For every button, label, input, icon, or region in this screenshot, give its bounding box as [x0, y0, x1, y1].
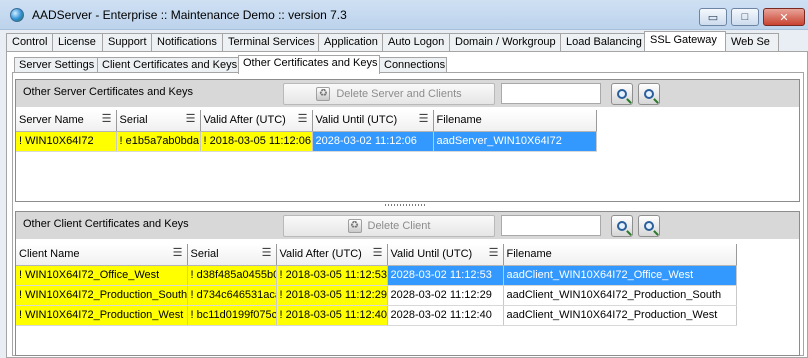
column-header-serial[interactable]: Serial ☰ [187, 244, 277, 266]
cell-serial[interactable]: ! d734c646531aca [187, 285, 277, 306]
server-search-next-button[interactable] [638, 83, 660, 105]
delete-client-button[interactable]: ♻ Delete Client [283, 215, 495, 237]
minimize-button[interactable]: ▭ [699, 8, 727, 26]
close-button[interactable]: ✕ [763, 8, 805, 26]
cell-filename[interactable]: aadClient_WIN10X64I72_Production_West [503, 305, 737, 326]
cell-serial[interactable]: ! d38f485a0455b0 [187, 265, 277, 286]
cell-valid-after[interactable]: ! 2018-03-05 11:12:53 [276, 265, 388, 286]
tab-auto-logon[interactable]: Auto Logon [382, 33, 450, 51]
cell-serial[interactable]: ! bc11d0199f075c [187, 305, 277, 326]
cell-valid-after[interactable]: ! 2018-03-05 11:12:40 [276, 305, 388, 326]
column-menu-icon[interactable]: ☰ [489, 248, 499, 259]
cell-valid-until[interactable]: 2028-03-02 11:12:40 [387, 305, 504, 326]
cell-filename[interactable]: aadClient_WIN10X64I72_Production_South [503, 285, 737, 306]
recycle-icon: ♻ [316, 87, 331, 101]
cell-valid-after[interactable]: ! 2018-03-05 11:12:06 [200, 131, 313, 152]
client-group-header: Other Client Certificates and Keys ♻ Del… [16, 212, 799, 239]
column-header-serial[interactable]: Serial ☰ [116, 110, 201, 132]
delete-server-label: Delete Server and Clients [336, 88, 462, 100]
sub-tab-strip: Server Settings Client Certificates and … [14, 55, 454, 74]
tab-terminal-services[interactable]: Terminal Services [222, 33, 319, 51]
tab-control[interactable]: Control [6, 33, 53, 51]
table-row[interactable]: ! WIN10X64I72 ! e1b5a7ab0bda ! 2018-03-0… [16, 130, 597, 152]
client-search-button[interactable] [611, 215, 633, 237]
server-table: Server Name ☰ Serial ☰ Valid After (UTC) ☰ … [16, 110, 597, 152]
client-group-title: Other Client Certificates and Keys [23, 218, 189, 230]
magnifier-icon [644, 221, 654, 231]
client-search-next-button[interactable] [638, 215, 660, 237]
tab-notifications[interactable]: Notifications [151, 33, 223, 51]
tab-web-services[interactable]: Web Se [725, 33, 779, 51]
server-certificates-group: Other Server Certificates and Keys ♻ Del… [15, 79, 800, 202]
server-search-input[interactable] [501, 83, 601, 104]
title-bar: AADServer - Enterprise :: Maintenance De… [0, 0, 808, 30]
server-group-header: Other Server Certificates and Keys ♻ Del… [16, 80, 799, 107]
cell-valid-until[interactable]: 2028-03-02 11:12:29 [387, 285, 504, 306]
table-row[interactable]: ! WIN10X64I72_Office_West ! d38f485a0455… [16, 264, 737, 286]
column-menu-icon[interactable]: ☰ [262, 248, 272, 259]
table-row[interactable]: ! WIN10X64I72_Production_South ! d734c64… [16, 285, 737, 306]
column-header-valid-after[interactable]: Valid After (UTC) ☰ [200, 110, 313, 132]
client-table: Client Name ☰ Serial ☰ Valid After (UTC) ☰ … [16, 244, 737, 326]
cell-client-name[interactable]: ! WIN10X64I72_Office_West [16, 264, 188, 286]
magnifier-icon [617, 89, 627, 99]
tab-ssl-gateway[interactable]: SSL Gateway [644, 31, 726, 51]
panel-splitter[interactable] [15, 202, 800, 208]
column-menu-icon[interactable]: ☰ [186, 114, 196, 125]
cell-server-name[interactable]: ! WIN10X64I72 [16, 130, 117, 152]
tab-domain-workgroup[interactable]: Domain / Workgroup [449, 33, 561, 51]
cell-serial[interactable]: ! e1b5a7ab0bda [116, 131, 201, 152]
tab-other-certificates[interactable]: Other Certificates and Keys [238, 55, 380, 74]
tab-application[interactable]: Application [318, 33, 383, 51]
delete-server-button[interactable]: ♻ Delete Server and Clients [283, 83, 495, 105]
column-header-valid-after[interactable]: Valid After (UTC) ☰ [276, 244, 388, 266]
cell-filename[interactable]: aadClient_WIN10X64I72_Office_West [503, 265, 737, 286]
tab-client-certificates[interactable]: Client Certificates and Keys [97, 57, 239, 73]
magnifier-icon [617, 221, 627, 231]
column-header-valid-until[interactable]: Valid Until (UTC) ☰ [387, 244, 504, 266]
column-header-server-name[interactable]: Server Name ☰ [16, 110, 117, 132]
cell-client-name[interactable]: ! WIN10X64I72_Production_West [16, 305, 188, 326]
column-header-valid-until[interactable]: Valid Until (UTC) ☰ [312, 110, 434, 132]
client-certificates-group: Other Client Certificates and Keys ♻ Del… [15, 211, 800, 356]
column-menu-icon[interactable]: ☰ [102, 114, 112, 125]
column-menu-icon[interactable]: ☰ [173, 248, 183, 259]
column-menu-icon[interactable]: ☰ [373, 248, 383, 259]
tab-load-balancing[interactable]: Load Balancing [560, 33, 645, 51]
tab-license[interactable]: License [52, 33, 103, 51]
server-table-header: Server Name ☰ Serial ☰ Valid After (UTC) ☰ … [16, 110, 597, 132]
magnifier-icon [644, 89, 654, 99]
tab-support[interactable]: Support [102, 33, 152, 51]
splitter-grip[interactable] [385, 204, 425, 206]
cell-valid-after[interactable]: ! 2018-03-05 11:12:29 [276, 285, 388, 306]
tab-connections[interactable]: Connections [379, 57, 447, 73]
main-tab-strip: Control License Support Notifications Te… [6, 31, 806, 51]
column-header-filename[interactable]: Filename [433, 110, 597, 132]
column-header-client-name[interactable]: Client Name ☰ [16, 244, 188, 266]
cell-filename[interactable]: aadServer_WIN10X64I72 [433, 131, 597, 152]
cell-client-name[interactable]: ! WIN10X64I72_Production_South [16, 285, 188, 306]
maximize-button[interactable]: □ [731, 8, 759, 26]
client-search-input[interactable] [501, 215, 601, 236]
column-menu-icon[interactable]: ☰ [419, 114, 429, 125]
delete-client-label: Delete Client [367, 220, 431, 232]
server-group-title: Other Server Certificates and Keys [23, 86, 193, 98]
cell-valid-until[interactable]: 2028-03-02 11:12:06 [312, 131, 434, 152]
tab-server-settings[interactable]: Server Settings [14, 57, 98, 73]
server-search-button[interactable] [611, 83, 633, 105]
column-header-filename[interactable]: Filename [503, 244, 737, 266]
cell-valid-until[interactable]: 2028-03-02 11:12:53 [387, 265, 504, 286]
recycle-icon: ♻ [347, 219, 362, 233]
table-row[interactable]: ! WIN10X64I72_Production_West ! bc11d019… [16, 305, 737, 326]
client-table-header: Client Name ☰ Serial ☰ Valid After (UTC) ☰ … [16, 244, 737, 266]
window-title: AADServer - Enterprise :: Maintenance De… [32, 8, 347, 22]
globe-icon [10, 8, 24, 22]
column-menu-icon[interactable]: ☰ [298, 114, 308, 125]
